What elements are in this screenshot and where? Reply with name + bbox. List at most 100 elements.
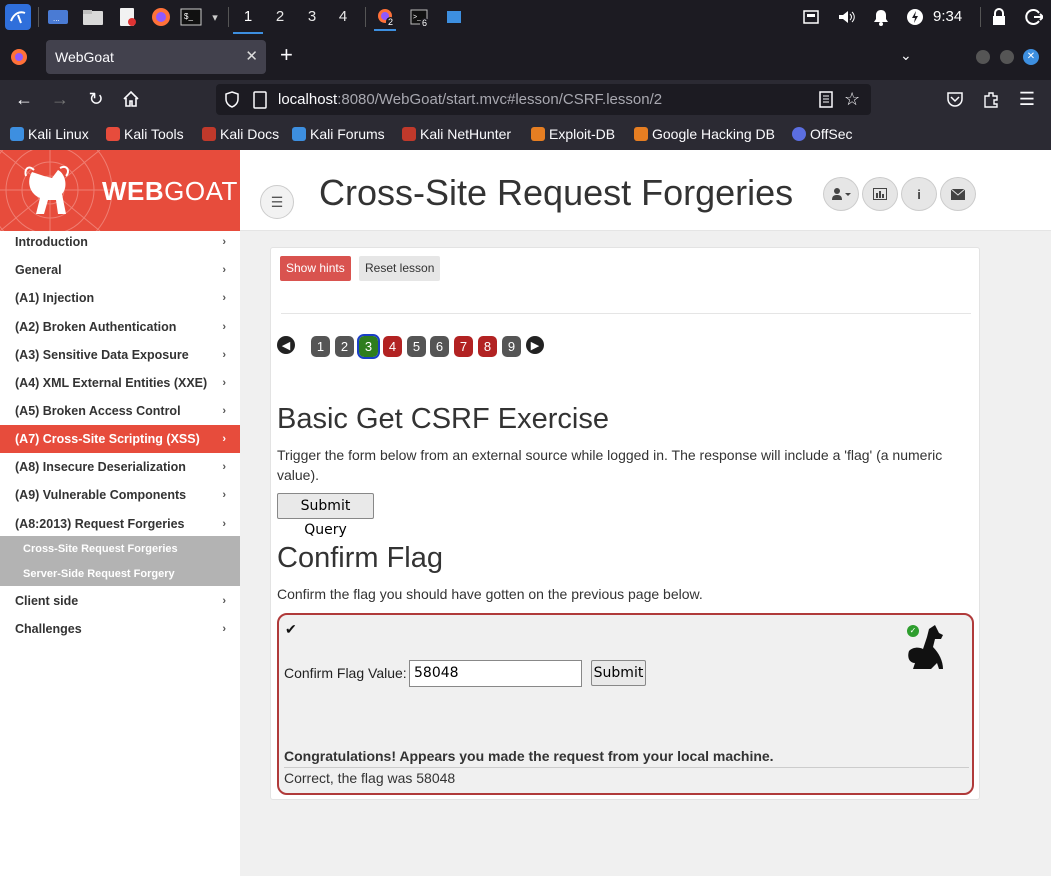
page-link-8[interactable]: 8 <box>478 336 497 357</box>
sidebar-item-label: (A2) Broken Authentication <box>15 320 177 334</box>
extensions-puzzle-icon[interactable] <box>979 87 1003 111</box>
workspace-1[interactable]: 1 <box>233 0 263 34</box>
lock-screen-icon[interactable] <box>988 6 1010 28</box>
user-menu-button[interactable] <box>823 177 859 211</box>
url-host: localhost <box>278 91 338 108</box>
submenu-item-csrf[interactable]: Cross-Site Request Forgeries <box>23 543 178 555</box>
menu-toggle-button[interactable]: ☰ <box>260 185 294 219</box>
firefox-view-icon[interactable] <box>10 48 28 71</box>
lesson-overview-button[interactable] <box>862 177 898 211</box>
sidebar-item-label: General <box>15 263 62 277</box>
sidebar-item-client-side[interactable]: Client side › <box>0 587 240 615</box>
bookmark-kali-docs[interactable]: Kali Docs <box>202 118 279 150</box>
page-link-2[interactable]: 2 <box>335 336 354 357</box>
page-info-icon[interactable] <box>252 91 268 114</box>
workspace-3[interactable]: 3 <box>297 0 327 34</box>
page-header: ☰ Cross-Site Request Forgeries i <box>240 150 1051 231</box>
flag-value-input[interactable]: 58048 <box>409 660 582 687</box>
back-arrow-icon[interactable]: ← <box>12 87 36 111</box>
page-link-4[interactable]: 4 <box>383 336 402 357</box>
sidebar-item-xss[interactable]: (A7) Cross-Site Scripting (XSS) › <box>0 425 240 453</box>
text-editor-icon[interactable] <box>116 6 138 28</box>
bookmark-google-hacking-db[interactable]: Google Hacking DB <box>634 118 775 150</box>
sidebar-item-general[interactable]: General › <box>0 256 240 284</box>
submit-query-button[interactable]: Submit Query <box>277 493 374 538</box>
show-desktop-icon[interactable]: ... <box>47 6 69 28</box>
exploit-db-icon <box>531 127 545 141</box>
kali-docs-icon <box>202 127 216 141</box>
terminal-window-button[interactable]: >_ 6 <box>408 6 430 29</box>
browser-tab-strip: WebGoat ✕ + ⌄ ✕ <box>0 34 1051 80</box>
file-manager-icon[interactable] <box>82 6 104 28</box>
minimize-window-button[interactable] <box>976 50 990 64</box>
pocket-icon[interactable] <box>943 87 967 111</box>
bookmark-exploit-db[interactable]: Exploit-DB <box>531 118 615 150</box>
reader-view-icon[interactable] <box>818 91 834 114</box>
chevron-right-icon: › <box>222 518 226 530</box>
page-link-7[interactable]: 7 <box>454 336 473 357</box>
bookmark-kali-linux[interactable]: Kali Linux <box>10 118 89 150</box>
page-link-1[interactable]: 1 <box>311 336 330 357</box>
hamburger-menu-icon[interactable]: ☰ <box>1015 87 1039 111</box>
list-all-tabs-icon[interactable]: ⌄ <box>900 38 912 72</box>
new-tab-button[interactable]: + <box>280 38 293 72</box>
screenshot-icon[interactable] <box>800 6 822 28</box>
page-link-6[interactable]: 6 <box>430 336 449 357</box>
maximize-window-button[interactable] <box>1000 50 1014 64</box>
sidebar-item-vulnerable-components[interactable]: (A9) Vulnerable Components › <box>0 481 240 509</box>
sidebar-item-request-forgeries[interactable]: (A8:2013) Request Forgeries › <box>0 510 240 538</box>
previous-page-arrow-icon[interactable]: ◀ <box>277 336 295 354</box>
url-text[interactable]: localhost:8080/WebGoat/start.mvc#lesson/… <box>278 84 662 115</box>
submenu-item-ssrf[interactable]: Server-Side Request Forgery <box>23 568 175 580</box>
forward-arrow-icon[interactable]: → <box>48 87 72 111</box>
sidebar-item-sensitive-data-exposure[interactable]: (A3) Sensitive Data Exposure › <box>0 341 240 369</box>
firefox-launcher-icon[interactable] <box>150 6 172 28</box>
bookmark-star-icon[interactable]: ☆ <box>844 89 860 110</box>
sidebar-item-insecure-deserialization[interactable]: (A8) Insecure Deserialization › <box>0 453 240 481</box>
submit-flag-button[interactable]: Submit <box>591 660 646 686</box>
shield-icon[interactable] <box>224 91 240 114</box>
close-window-button[interactable]: ✕ <box>1023 49 1039 65</box>
taskbar-separator <box>365 7 366 27</box>
sidebar-item-introduction[interactable]: Introduction › <box>0 228 240 256</box>
flag-value-label: Confirm Flag Value: <box>284 665 407 681</box>
browser-tab-webgoat[interactable]: WebGoat ✕ <box>46 40 266 74</box>
page-link-3-current[interactable]: 3 <box>357 334 380 359</box>
logout-icon[interactable] <box>1023 6 1045 28</box>
bookmark-kali-tools[interactable]: Kali Tools <box>106 118 184 150</box>
sidebar-item-injection[interactable]: (A1) Injection › <box>0 284 240 312</box>
page-link-5[interactable]: 5 <box>407 336 426 357</box>
kali-menu-icon[interactable] <box>5 4 31 30</box>
reload-icon[interactable]: ↻ <box>84 87 108 111</box>
volume-icon[interactable] <box>835 6 857 28</box>
chevron-down-icon[interactable]: ▾ <box>204 6 226 28</box>
show-hints-button[interactable]: Show hints <box>280 256 351 281</box>
sidebar-item-xxe[interactable]: (A4) XML External Entities (XXE) › <box>0 369 240 397</box>
page-link-9[interactable]: 9 <box>502 336 521 357</box>
tab-close-icon[interactable]: ✕ <box>245 40 258 74</box>
sidebar-item-challenges[interactable]: Challenges › <box>0 615 240 643</box>
bookmark-kali-forums[interactable]: Kali Forums <box>292 118 385 150</box>
contact-mail-button[interactable] <box>940 177 976 211</box>
about-info-button[interactable]: i <box>901 177 937 211</box>
bookmark-kali-nethunter[interactable]: Kali NetHunter <box>402 118 511 150</box>
sidebar-item-label: (A7) Cross-Site Scripting (XSS) <box>15 432 200 446</box>
bookmark-offsec[interactable]: OffSec <box>792 118 853 150</box>
terminal-launcher-icon[interactable]: $_ <box>180 6 202 28</box>
sidebar-item-broken-access-control[interactable]: (A5) Broken Access Control › <box>0 397 240 425</box>
chevron-right-icon: › <box>222 236 226 248</box>
app-window-button[interactable] <box>443 6 465 28</box>
reset-lesson-button[interactable]: Reset lesson <box>359 256 441 281</box>
notifications-bell-icon[interactable] <box>870 6 892 28</box>
workspace-4[interactable]: 4 <box>328 0 358 34</box>
power-manager-icon[interactable] <box>904 6 926 28</box>
sidebar-item-broken-authentication[interactable]: (A2) Broken Authentication › <box>0 313 240 341</box>
taskbar-clock[interactable]: 9:34 <box>933 0 962 34</box>
taskbar-separator <box>38 7 39 27</box>
url-bar[interactable]: localhost:8080/WebGoat/start.mvc#lesson/… <box>216 84 871 115</box>
workspace-2[interactable]: 2 <box>265 0 295 34</box>
firefox-window-button[interactable]: 2 <box>374 3 396 31</box>
webgoat-brand[interactable]: WEBGOAT <box>0 150 240 231</box>
next-page-arrow-icon[interactable]: ▶ <box>526 336 544 354</box>
home-icon[interactable] <box>119 87 143 111</box>
